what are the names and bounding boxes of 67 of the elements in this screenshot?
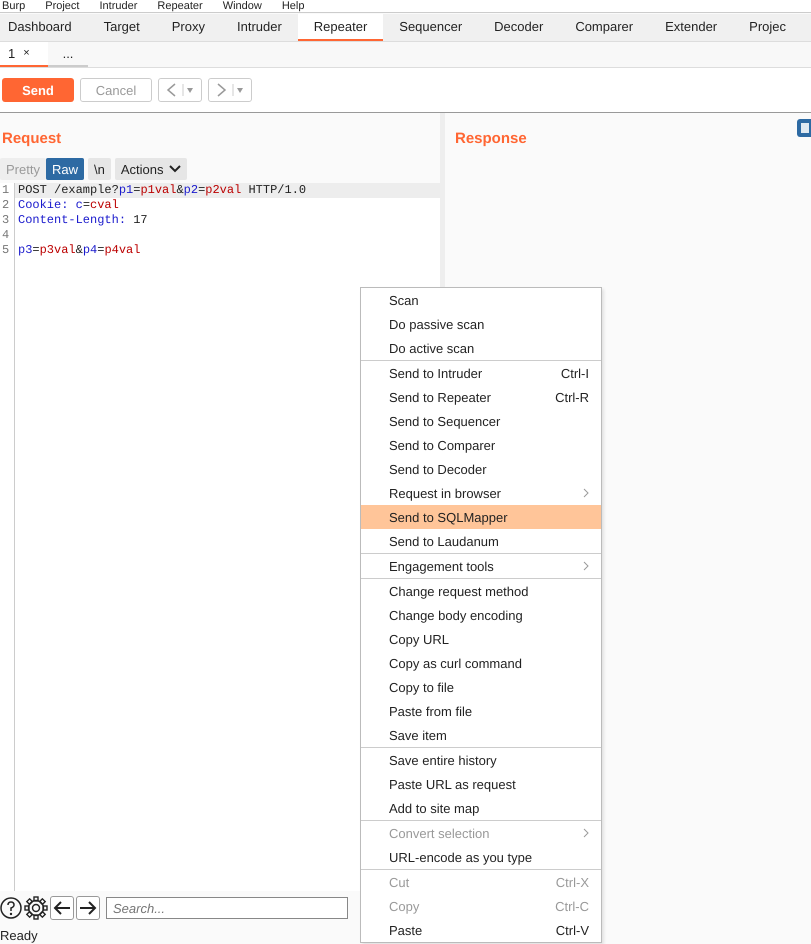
line-number: 5 xyxy=(0,243,15,258)
menu-item[interactable]: Project xyxy=(45,0,80,12)
tab[interactable]: Proxy xyxy=(156,14,221,41)
menu-item[interactable]: Change body encoding xyxy=(361,603,601,627)
menu-item[interactable]: Burp xyxy=(2,0,26,12)
right-arrow-icon xyxy=(79,901,97,915)
tab[interactable]: Repeater xyxy=(298,14,384,41)
code-line: Cookie: c=cval xyxy=(18,198,119,213)
view-button[interactable]: Raw xyxy=(46,158,84,180)
menu-item[interactable]: Add to site map xyxy=(361,796,601,820)
menu-item[interactable]: Paste from file xyxy=(361,699,601,723)
tab[interactable]: Comparer xyxy=(559,14,650,41)
tab[interactable]: Decoder xyxy=(478,14,560,41)
panel-title: Request xyxy=(1,129,62,149)
menu-item[interactable]: Paste URL as request xyxy=(361,772,601,796)
actions-button[interactable]: Actions xyxy=(114,158,188,180)
forward-button[interactable] xyxy=(208,78,252,102)
tab[interactable]: Projec xyxy=(733,14,802,41)
menu-item[interactable]: Intruder xyxy=(100,0,138,12)
search-field[interactable]: Search... xyxy=(106,897,348,919)
left-arrow-icon xyxy=(53,901,71,915)
line-number: 4 xyxy=(0,228,15,243)
back-button[interactable] xyxy=(158,78,202,102)
line-number: 2 xyxy=(0,198,15,213)
menu-item[interactable]: Send to Sequencer xyxy=(361,409,601,433)
tab[interactable]: Extender xyxy=(649,14,734,41)
menu-item[interactable]: Copy URL xyxy=(361,627,601,651)
request-tab[interactable]: 1 × xyxy=(0,42,48,67)
menu-item[interactable]: Do active scan xyxy=(361,336,601,360)
menu-item[interactable]: Do passive scan xyxy=(361,312,601,336)
caret-icon xyxy=(169,165,182,173)
menu-item[interactable]: Repeater xyxy=(157,0,203,12)
menu-item[interactable]: Send to Intruder Ctrl-I xyxy=(361,361,601,385)
tab[interactable]: Sequencer xyxy=(383,14,478,41)
menu-item[interactable]: Scan xyxy=(361,288,601,312)
close-icon[interactable]: × xyxy=(23,42,30,65)
settings-icon[interactable] xyxy=(24,896,48,920)
menu-item[interactable]: Send to Decoder xyxy=(361,457,601,481)
code-line: p3=p3val&p4=p4val xyxy=(18,243,140,258)
menu-item[interactable]: Save entire history xyxy=(361,748,601,772)
menu-item[interactable]: Request in browser xyxy=(361,481,601,505)
code-line: POST /example?p1=p1val&p2=p2val HTTP/1.0 xyxy=(18,183,306,198)
menu-item[interactable]: Help xyxy=(282,0,304,12)
tab[interactable]: Dashboard xyxy=(0,14,88,41)
menu-item[interactable]: Send to Laudanum xyxy=(361,529,601,553)
line-number: 3 xyxy=(0,213,15,228)
menu-item[interactable]: Paste Ctrl-V xyxy=(361,918,601,942)
menu-item[interactable]: Send to Comparer xyxy=(361,433,601,457)
panel-title: Response xyxy=(455,129,527,149)
menu-item[interactable]: Send to SQLMapper xyxy=(361,505,601,529)
menu-item[interactable]: URL-encode as you type xyxy=(361,845,601,869)
code-line: Content-Length: 17 xyxy=(18,213,148,228)
help-icon[interactable] xyxy=(0,897,22,919)
menu-item[interactable]: Change request method xyxy=(361,579,601,603)
view-button[interactable]: \n xyxy=(88,158,111,180)
tab[interactable]: Target xyxy=(88,14,156,41)
menu-item[interactable]: Save item xyxy=(361,723,601,747)
menu-item[interactable]: Copy to file xyxy=(361,675,601,699)
next-button[interactable] xyxy=(76,896,100,920)
status-text: Ready xyxy=(0,927,38,944)
menu-item[interactable]: Copy as curl command xyxy=(361,651,601,675)
line-number: 1 xyxy=(0,183,15,198)
menu-item[interactable]: Engagement tools xyxy=(361,554,601,578)
previous-button[interactable] xyxy=(50,896,74,920)
tab[interactable]: Intruder xyxy=(220,14,298,41)
menu-item[interactable]: Window xyxy=(222,0,262,12)
menu-item[interactable]: Send to Repeater Ctrl-R xyxy=(361,385,601,409)
